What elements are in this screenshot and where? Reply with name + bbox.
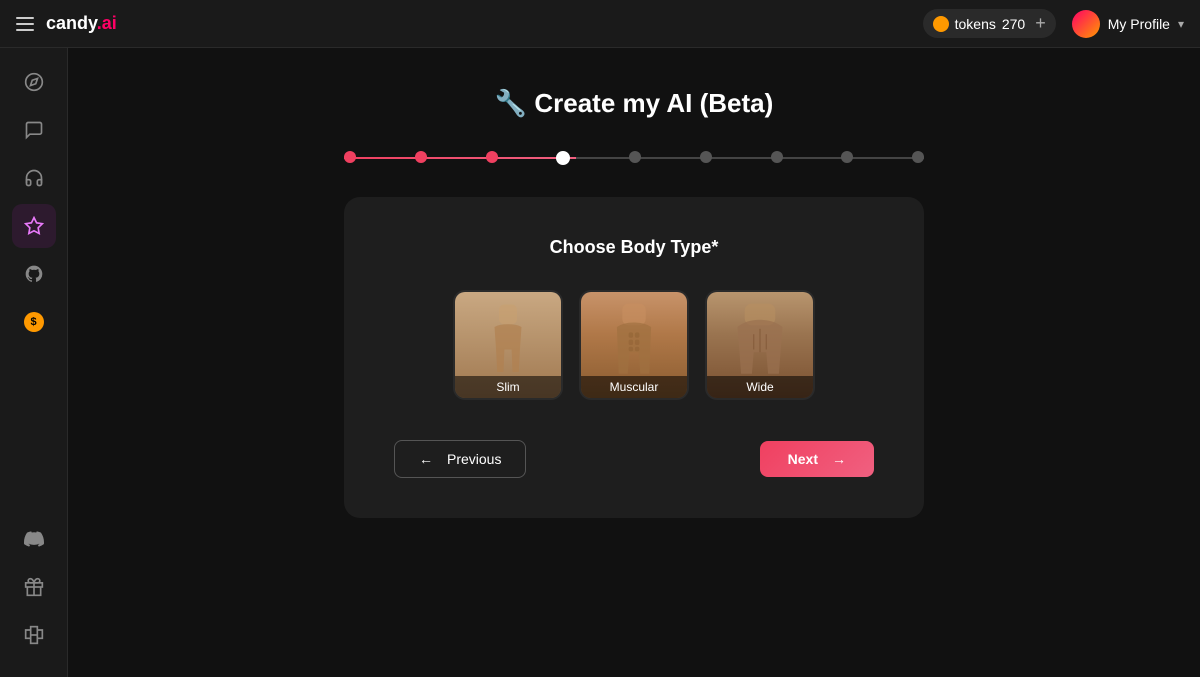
body-type-muscular[interactable]: Muscular bbox=[579, 290, 689, 400]
prev-arrow-icon: ← bbox=[419, 451, 433, 467]
sidebar: $ bbox=[0, 48, 68, 677]
body-type-options: Slim bbox=[394, 290, 874, 400]
wide-label: Wide bbox=[707, 376, 813, 398]
navbar-left: candy.ai bbox=[16, 13, 117, 34]
next-button[interactable]: Next → bbox=[760, 441, 874, 477]
content-area: 🔧 Create my AI (Beta) Choose Body Type* bbox=[68, 48, 1200, 677]
sidebar-item-coins[interactable]: $ bbox=[12, 300, 56, 344]
chevron-down-icon: ▾ bbox=[1178, 17, 1184, 31]
sidebar-item-explore[interactable] bbox=[12, 60, 56, 104]
prev-label: Previous bbox=[447, 451, 501, 467]
body-type-card: Choose Body Type* Slim bbox=[344, 197, 924, 518]
sidebar-item-trophy[interactable] bbox=[12, 613, 56, 657]
main-layout: $ 🔧 Create my AI (Beta) bbox=[0, 48, 1200, 677]
navbar-right: tokens 270 + My Profile ▾ bbox=[923, 9, 1184, 38]
sidebar-top: $ bbox=[12, 60, 56, 517]
step-5 bbox=[629, 151, 641, 163]
step-2 bbox=[415, 151, 427, 163]
step-4-active bbox=[556, 151, 570, 165]
step-7 bbox=[771, 151, 783, 163]
avatar bbox=[1072, 10, 1100, 38]
step-3 bbox=[486, 151, 498, 163]
progress-stepper bbox=[344, 151, 924, 165]
menu-button[interactable] bbox=[16, 17, 34, 31]
body-type-slim[interactable]: Slim bbox=[453, 290, 563, 400]
sidebar-bottom bbox=[12, 517, 56, 665]
profile-label: My Profile bbox=[1108, 16, 1170, 32]
step-6 bbox=[700, 151, 712, 163]
tokens-label: tokens bbox=[955, 16, 996, 32]
tokens-badge: tokens 270 + bbox=[923, 9, 1056, 38]
profile-button[interactable]: My Profile ▾ bbox=[1072, 10, 1184, 38]
step-1 bbox=[344, 151, 356, 163]
next-label: Next bbox=[788, 451, 818, 467]
tokens-add-button[interactable]: + bbox=[1035, 13, 1046, 34]
muscular-label: Muscular bbox=[581, 376, 687, 398]
body-type-wide[interactable]: Wide bbox=[705, 290, 815, 400]
card-buttons: ← Previous Next → bbox=[394, 440, 874, 478]
logo: candy.ai bbox=[46, 13, 117, 34]
navbar: candy.ai tokens 270 + My Profile ▾ bbox=[0, 0, 1200, 48]
stepper-dots bbox=[344, 151, 924, 165]
sidebar-item-discord[interactable] bbox=[12, 517, 56, 561]
step-9 bbox=[912, 151, 924, 163]
sidebar-item-chat[interactable] bbox=[12, 108, 56, 152]
previous-button[interactable]: ← Previous bbox=[394, 440, 526, 478]
sidebar-item-gift[interactable] bbox=[12, 565, 56, 609]
sidebar-item-create[interactable] bbox=[12, 204, 56, 248]
token-coin-icon bbox=[933, 16, 949, 32]
sidebar-item-feed[interactable] bbox=[12, 156, 56, 200]
page-title: 🔧 Create my AI (Beta) bbox=[495, 88, 773, 119]
sidebar-item-github[interactable] bbox=[12, 252, 56, 296]
step-8 bbox=[841, 151, 853, 163]
card-title: Choose Body Type* bbox=[394, 237, 874, 258]
slim-label: Slim bbox=[455, 376, 561, 398]
tokens-count: 270 bbox=[1002, 16, 1025, 32]
next-arrow-icon: → bbox=[832, 451, 846, 467]
